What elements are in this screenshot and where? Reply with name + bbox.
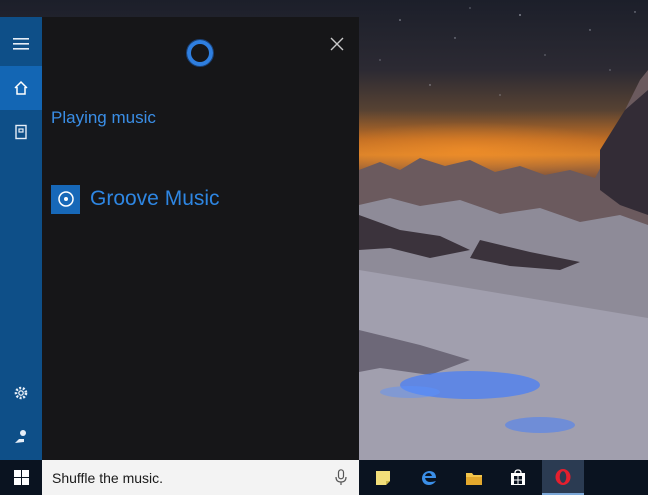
taskbar-app-file-explorer[interactable] <box>453 460 495 495</box>
start-button[interactable] <box>0 460 42 495</box>
windows-logo-icon <box>13 470 29 485</box>
taskbar-app-edge[interactable] <box>408 460 450 495</box>
home-icon <box>14 80 28 95</box>
search-input-text: Shuffle the music. <box>52 469 164 486</box>
taskbar-app-sticky-notes[interactable] <box>362 460 404 495</box>
gear-icon <box>14 386 28 400</box>
taskbar-app-opera[interactable] <box>542 460 584 495</box>
opera-icon <box>555 468 571 485</box>
settings-button[interactable] <box>0 371 42 415</box>
store-bag-icon <box>511 469 525 485</box>
feedback-icon <box>15 430 26 443</box>
groove-music-result[interactable]: Groove Music <box>51 184 220 214</box>
cortana-panel: Playing music Groove Music <box>42 17 359 460</box>
sticky-notes-icon <box>376 470 390 485</box>
close-button[interactable] <box>326 33 348 55</box>
close-icon <box>330 37 344 51</box>
search-input[interactable]: Shuffle the music. <box>42 460 359 495</box>
cortana-ring-icon <box>186 39 214 67</box>
groove-music-icon <box>57 191 74 207</box>
cortana-side-rail <box>0 17 42 460</box>
feedback-button[interactable] <box>0 415 42 459</box>
panel-heading: Playing music <box>51 108 156 127</box>
groove-music-tile <box>51 184 80 214</box>
menu-button[interactable] <box>0 22 42 66</box>
edge-icon <box>422 470 436 485</box>
notebook-icon <box>15 124 27 140</box>
hamburger-icon <box>13 38 29 50</box>
folder-icon <box>466 472 482 485</box>
home-button[interactable] <box>0 66 42 110</box>
groove-music-label: Groove Music <box>90 187 220 210</box>
taskbar: Shuffle the music. <box>0 460 648 495</box>
taskbar-app-store[interactable] <box>497 460 539 495</box>
microphone-icon[interactable] <box>335 469 347 486</box>
notebook-button[interactable] <box>0 110 42 154</box>
